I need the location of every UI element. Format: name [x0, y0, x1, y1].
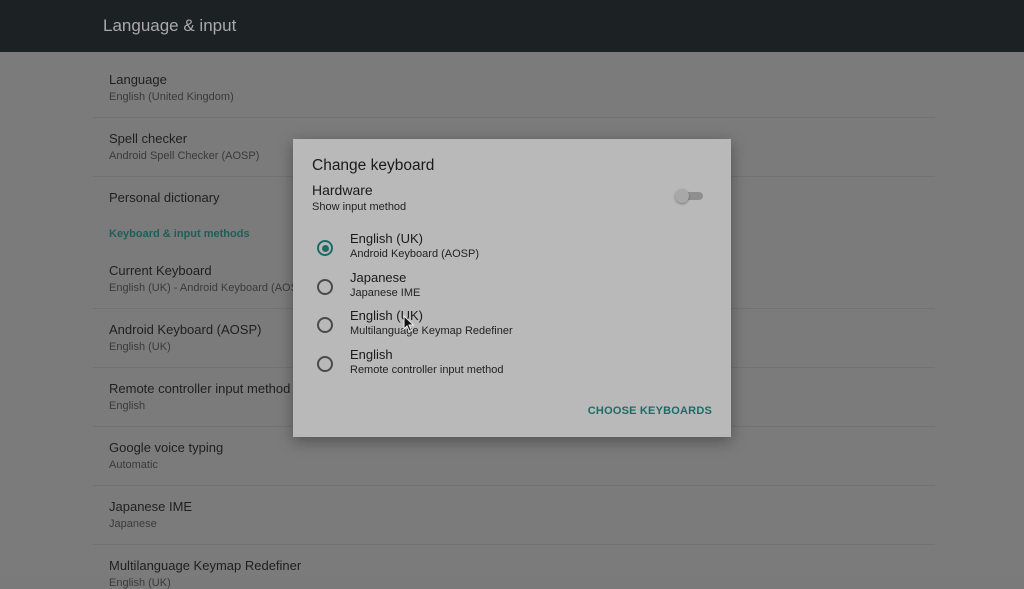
mouse-pointer-icon: [403, 315, 415, 333]
item-title: Google voice typing: [109, 440, 224, 455]
option-subtitle: Multilanguage Keymap Redefiner: [350, 325, 513, 337]
keyboard-option-english-remote[interactable]: English Remote controller input method: [307, 347, 707, 385]
item-subtitle: English (UK) - Android Keyboard (AOSP): [109, 282, 309, 294]
radio-unselected[interactable]: [317, 317, 333, 333]
keyboard-option-japanese[interactable]: Japanese Japanese IME: [307, 270, 707, 308]
item-title: Japanese IME: [109, 499, 193, 514]
item-title: Multilanguage Keymap Redefiner: [109, 558, 302, 573]
option-title: English: [350, 347, 393, 362]
item-title: Remote controller input method: [109, 381, 291, 396]
item-title: Spell checker: [109, 131, 188, 146]
item-subtitle: English (UK): [109, 341, 171, 353]
option-subtitle: Android Keyboard (AOSP): [350, 248, 480, 260]
show-input-method-toggle[interactable]: [675, 189, 705, 203]
toggle-thumb: [675, 189, 689, 203]
item-subtitle: Automatic: [109, 459, 158, 471]
keyboard-option-english-uk-aosp[interactable]: English (UK) Android Keyboard (AOSP): [307, 231, 707, 269]
page-title: Language & input: [103, 16, 237, 35]
settings-item-keymap-redefiner[interactable]: Multilanguage Keymap Redefiner English (…: [93, 545, 935, 589]
settings-item-language[interactable]: Language English (United Kingdom): [93, 59, 935, 118]
radio-unselected[interactable]: [317, 356, 333, 372]
option-subtitle: Japanese IME: [350, 287, 421, 299]
item-subtitle: Android Spell Checker (AOSP): [109, 150, 260, 162]
option-title: English (UK): [350, 231, 423, 246]
app-bar: Language & input: [0, 0, 1024, 52]
item-subtitle: English: [109, 400, 146, 412]
hardware-title: Hardware: [312, 182, 373, 198]
item-subtitle: Japanese: [109, 518, 157, 530]
radio-selected[interactable]: [317, 240, 333, 256]
keyboard-option-english-uk-keymap[interactable]: English (UK) Multilanguage Keymap Redefi…: [307, 308, 707, 346]
item-title: Android Keyboard (AOSP): [109, 322, 262, 337]
section-header-keyboard: Keyboard & input methods: [109, 228, 250, 240]
item-title: Current Keyboard: [109, 263, 212, 278]
choose-keyboards-button[interactable]: CHOOSE KEYBOARDS: [588, 405, 712, 417]
option-subtitle: Remote controller input method: [350, 364, 504, 376]
item-title: Personal dictionary: [109, 190, 220, 205]
item-subtitle: English (United Kingdom): [109, 91, 234, 103]
settings-item-japanese-ime[interactable]: Japanese IME Japanese: [93, 486, 935, 545]
item-title: Language: [109, 72, 167, 87]
dialog-title: Change keyboard: [312, 157, 435, 174]
radio-unselected[interactable]: [317, 279, 333, 295]
hardware-subtitle: Show input method: [312, 201, 407, 213]
option-title: Japanese: [350, 270, 407, 285]
change-keyboard-dialog: Change keyboard Hardware Show input meth…: [293, 139, 731, 437]
item-subtitle: English (UK): [109, 577, 171, 589]
